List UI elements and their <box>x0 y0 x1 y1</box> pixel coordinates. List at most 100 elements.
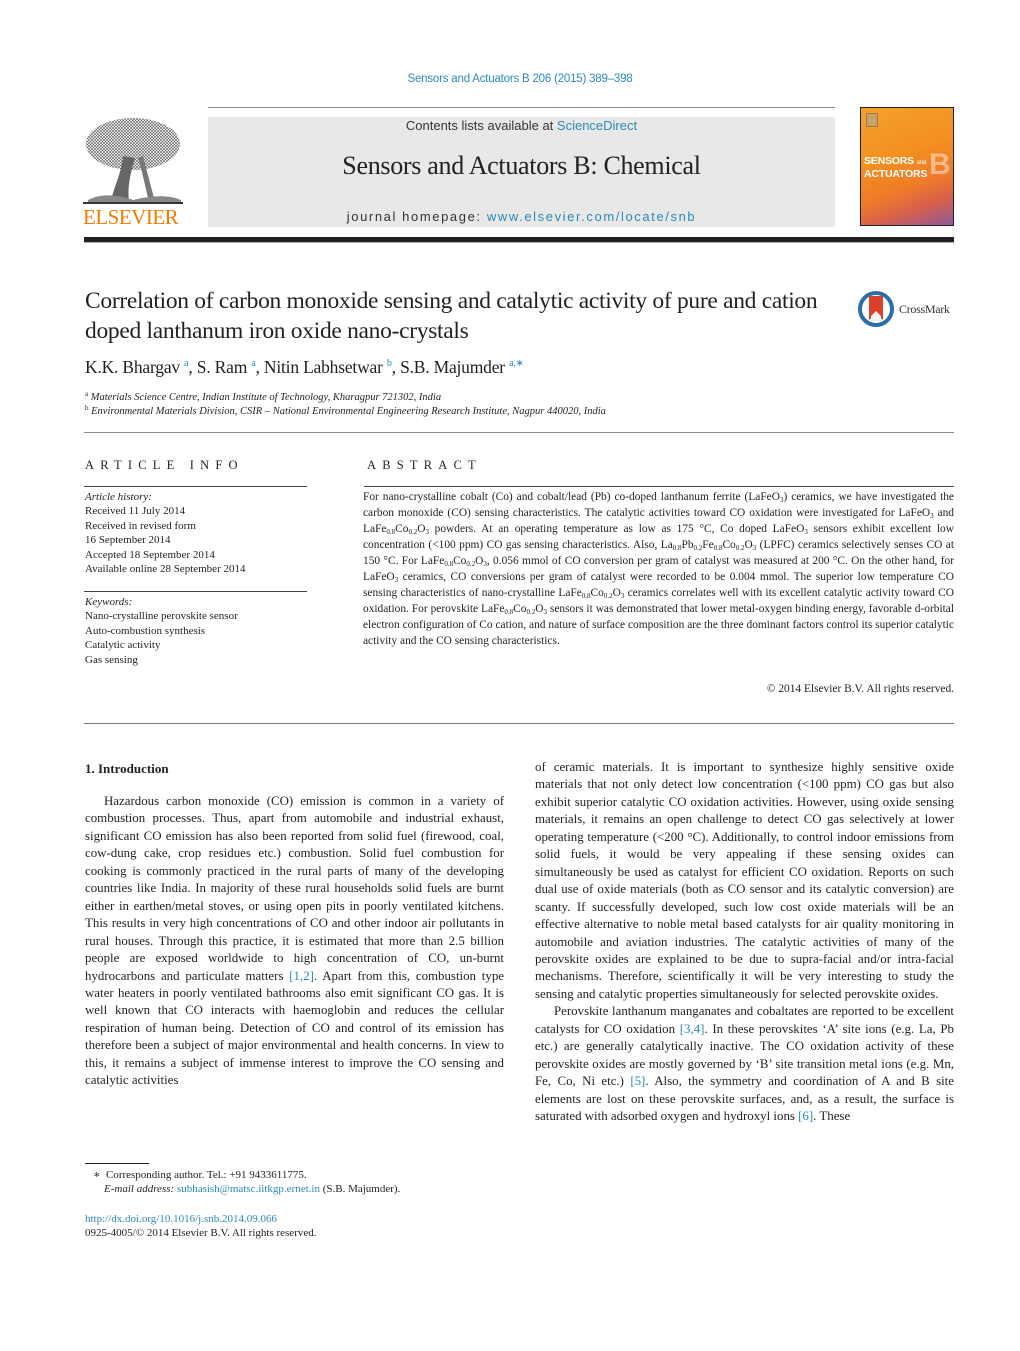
subscript: 3 <box>543 607 547 616</box>
abstract-rule <box>364 486 954 487</box>
journal-title: Sensors and Actuators B: Chemical <box>342 151 701 180</box>
author-name: Nitin Labhsetwar <box>263 357 383 377</box>
abstract-text: For nano-crystalline cobalt (Co) and cob… <box>363 491 955 647</box>
subscript: 3 <box>394 575 399 584</box>
author-email-link[interactable]: subhasish@matsc.iitkgp.ernet.in <box>177 1183 320 1195</box>
subscript: 3 <box>752 543 757 552</box>
subscript: 0.2 <box>603 591 613 600</box>
footnote-rule <box>85 1163 149 1164</box>
crossmark-badge[interactable]: CrossMark <box>858 291 958 331</box>
crossmark-label: CrossMark <box>899 301 950 316</box>
section-heading-introduction: 1. Introduction <box>85 761 169 776</box>
corresponding-author-footnote: ∗ Corresponding author. Tel.: +91 943361… <box>93 1168 400 1197</box>
cover-title-line1: SENSORS and <box>864 155 926 167</box>
sciencedirect-link[interactable]: ScienceDirect <box>557 118 637 133</box>
author[interactable]: S. Ram a <box>197 357 256 377</box>
email-label: E-mail address: <box>104 1183 177 1196</box>
homepage-prefix: journal homepage: <box>346 209 487 224</box>
subscript: 0.2 <box>693 543 703 552</box>
body-paragraph: of ceramic materials. It is important to… <box>535 760 954 1001</box>
reference-link[interactable]: [5] <box>630 1074 645 1088</box>
doi-link[interactable]: http://dx.doi.org/10.1016/j.snb.2014.09.… <box>85 1213 277 1225</box>
reference-link[interactable]: [6] <box>798 1109 813 1123</box>
cover-publisher-icon <box>866 113 878 127</box>
contents-prefix: Contents lists available at <box>405 118 557 133</box>
subscript: 3 <box>425 527 429 536</box>
body-column-left: Hazardous carbon monoxide (CO) emission … <box>85 793 504 1090</box>
keyword: Nano-crystalline perovskite sensor <box>85 610 238 623</box>
homepage-line: journal homepage: www.elsevier.com/locat… <box>208 209 835 224</box>
affiliation: a Materials Science Centre, Indian Insti… <box>85 390 441 403</box>
article-title: Correlation of carbon monoxide sensing a… <box>85 288 818 344</box>
article-info-rule <box>84 591 307 592</box>
journal-homepage-link[interactable]: www.elsevier.com/locate/snb <box>487 209 696 224</box>
history-item: Available online 28 September 2014 <box>85 563 246 576</box>
crossmark-icon <box>858 291 894 327</box>
subscript: 3 <box>930 511 934 520</box>
history-item: 16 September 2014 <box>85 534 171 547</box>
footnote-corresponding: Corresponding author. Tel.: +91 94336117… <box>105 1169 307 1181</box>
subscript: 0.8 <box>504 607 514 616</box>
subscript: 3 <box>804 527 808 536</box>
contents-line: Contents lists available at ScienceDirec… <box>208 118 835 133</box>
subscript: 0.8 <box>672 543 682 552</box>
article-history: Article history: Received 11 July 2014 R… <box>85 490 245 576</box>
subscript: 0.2 <box>466 559 476 568</box>
header-rule-shadow <box>84 242 954 243</box>
email-suffix: (S.B. Majumder). <box>319 1183 401 1196</box>
subscript: 0.8 <box>581 591 591 600</box>
elsevier-wordmark: ELSEVIER <box>83 205 179 229</box>
journal-citation[interactable]: Sensors and Actuators B 206 (2015) 389–3… <box>0 73 1020 85</box>
cover-word-sensors: SENSORS <box>864 155 914 167</box>
issn-copyright: 0925-4005/© 2014 Elsevier B.V. All right… <box>85 1227 317 1240</box>
author-affiliation-marker[interactable]: a <box>251 358 255 369</box>
affiliation-marker: b <box>85 404 89 412</box>
cover-word-and: and <box>916 160 927 166</box>
author-affiliation-marker[interactable]: b <box>387 358 392 369</box>
subscript: 0.8 <box>713 543 723 552</box>
affiliation-text: Environmental Materials Division, CSIR –… <box>91 406 606 417</box>
subscript: 3 <box>483 559 487 568</box>
elsevier-tree-icon <box>83 118 183 204</box>
reference-link[interactable]: [1,2] <box>289 969 314 983</box>
author-name: S. Ram <box>196 357 248 377</box>
author-name: S.B. Majumder <box>400 357 505 377</box>
subscript: 3 <box>620 591 625 600</box>
affiliation: b Environmental Materials Division, CSIR… <box>85 404 606 417</box>
journal-masthead: Contents lists available at ScienceDirec… <box>208 117 835 227</box>
author-affiliation-marker[interactable]: a <box>184 358 188 369</box>
author-affiliation-marker[interactable]: a,∗ <box>509 358 524 369</box>
history-item: Received in revised form <box>85 519 196 532</box>
reference-link[interactable]: [3,4] <box>680 1022 705 1036</box>
subscript: 0.8 <box>444 559 454 568</box>
abstract-heading: ABSTRACT <box>367 458 482 472</box>
author[interactable]: K.K. Bhargav a <box>85 357 189 377</box>
subscript: 0.2 <box>526 607 536 616</box>
author-list: K.K. Bhargav a, S. Ram a, Nitin Labhsetw… <box>85 357 524 377</box>
author-name: K.K. Bhargav <box>85 357 180 377</box>
affiliation-marker: a <box>85 390 89 398</box>
journal-cover-thumbnail[interactable]: B SENSORS and ACTUATORS <box>860 107 954 226</box>
abstract-copyright: © 2014 Elsevier B.V. All rights reserved… <box>766 683 954 695</box>
author[interactable]: Nitin Labhsetwar b <box>264 357 392 377</box>
footnote-marker: ∗ <box>93 1169 101 1181</box>
subscript: 0.2 <box>735 543 745 552</box>
history-item: Received 11 July 2014 <box>85 505 186 518</box>
author[interactable]: S.B. Majumder a,∗ <box>400 357 524 377</box>
subscript: 3 <box>779 496 784 504</box>
cover-title-line2: ACTUATORS <box>864 168 928 180</box>
elsevier-logo[interactable]: ELSEVIER <box>83 116 187 228</box>
article-history-label: Article history: <box>85 491 152 503</box>
keyword: Gas sensing <box>85 653 138 666</box>
article-info-rule <box>84 486 307 487</box>
affiliation-text: Materials Science Centre, Indian Institu… <box>90 392 442 403</box>
body-paragraph: Perovskite lanthanum manganates and coba… <box>535 1004 954 1124</box>
header-rule <box>208 107 835 108</box>
keyword: Catalytic activity <box>85 639 161 652</box>
cover-letter: B <box>929 148 951 181</box>
doi-block: http://dx.doi.org/10.1016/j.snb.2014.09.… <box>85 1212 317 1241</box>
article-info-heading: ARTICLE INFO <box>85 458 244 472</box>
body-column-right: of ceramic materials. It is important to… <box>535 759 954 1126</box>
body-paragraph: Hazardous carbon monoxide (CO) emission … <box>85 794 504 1088</box>
keywords-label: Keywords: <box>85 596 133 608</box>
